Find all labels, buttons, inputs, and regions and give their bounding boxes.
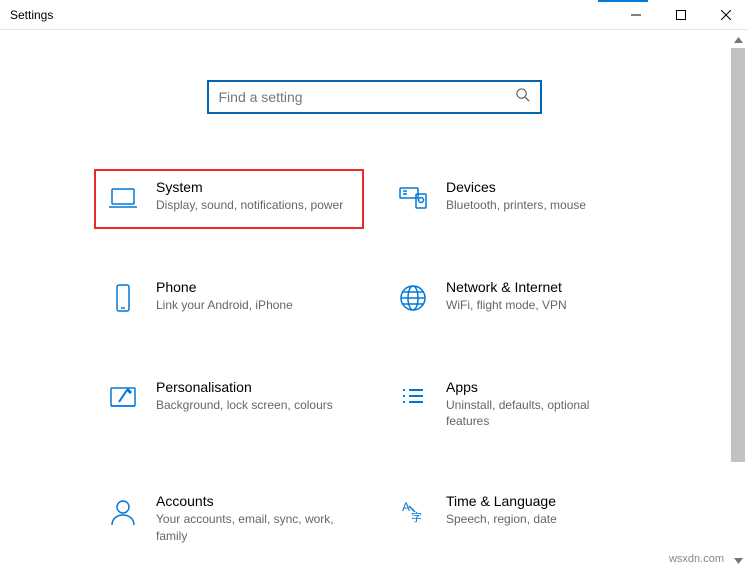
phone-icon [106, 281, 140, 315]
maximize-icon [676, 10, 686, 20]
scroll-track[interactable] [730, 48, 746, 553]
tile-text: Network & Internet WiFi, flight mode, VP… [446, 279, 567, 313]
scrollbar[interactable] [730, 32, 746, 569]
titlebar: Settings [0, 0, 748, 30]
tile-title: Personalisation [156, 379, 333, 395]
minimize-button[interactable] [613, 0, 658, 29]
tile-desc: Link your Android, iPhone [156, 297, 293, 313]
tile-desc: Bluetooth, printers, mouse [446, 197, 586, 213]
scroll-up-arrow[interactable] [730, 32, 746, 48]
tile-title: Time & Language [446, 493, 557, 509]
devices-icon [396, 181, 430, 215]
close-button[interactable] [703, 0, 748, 29]
tile-text: Time & Language Speech, region, date [446, 493, 557, 527]
tile-time-language[interactable]: A 字 Time & Language Speech, region, date [384, 483, 654, 557]
svg-text:字: 字 [411, 510, 422, 524]
laptop-icon [106, 181, 140, 215]
tile-text: Accounts Your accounts, email, sync, wor… [156, 493, 346, 543]
tile-personalisation[interactable]: Personalisation Background, lock screen,… [94, 369, 364, 443]
tile-apps[interactable]: Apps Uninstall, defaults, optional featu… [384, 369, 654, 443]
globe-icon [396, 281, 430, 315]
watermark: wsxdn.com [669, 553, 724, 565]
tile-devices[interactable]: Devices Bluetooth, printers, mouse [384, 169, 654, 229]
search-input[interactable] [219, 89, 515, 105]
main-content: System Display, sound, notifications, po… [0, 30, 748, 558]
tile-desc: Uninstall, defaults, optional features [446, 397, 636, 429]
tile-desc: Background, lock screen, colours [156, 397, 333, 413]
svg-text:A: A [402, 500, 410, 514]
personalise-icon [106, 381, 140, 415]
scroll-thumb[interactable] [731, 48, 745, 462]
window-title: Settings [10, 8, 53, 22]
tile-text: Devices Bluetooth, printers, mouse [446, 179, 586, 213]
tile-text: System Display, sound, notifications, po… [156, 179, 343, 213]
tile-title: Accounts [156, 493, 346, 509]
tile-desc: Speech, region, date [446, 511, 557, 527]
apps-icon [396, 381, 430, 415]
tile-text: Phone Link your Android, iPhone [156, 279, 293, 313]
tile-title: Network & Internet [446, 279, 567, 295]
categories-grid: System Display, sound, notifications, po… [94, 169, 654, 558]
tile-text: Apps Uninstall, defaults, optional featu… [446, 379, 636, 429]
tile-network[interactable]: Network & Internet WiFi, flight mode, VP… [384, 269, 654, 329]
tile-title: System [156, 179, 343, 195]
tile-desc: Your accounts, email, sync, work, family [156, 511, 346, 543]
search-icon [515, 87, 530, 107]
accent-strip [598, 0, 648, 2]
tile-system[interactable]: System Display, sound, notifications, po… [94, 169, 364, 229]
tile-title: Apps [446, 379, 636, 395]
tile-phone[interactable]: Phone Link your Android, iPhone [94, 269, 364, 329]
tile-desc: Display, sound, notifications, power [156, 197, 343, 213]
tile-desc: WiFi, flight mode, VPN [446, 297, 567, 313]
tile-accounts[interactable]: Accounts Your accounts, email, sync, wor… [94, 483, 364, 557]
time-language-icon: A 字 [396, 495, 430, 529]
scroll-down-arrow[interactable] [730, 553, 746, 569]
window-controls [613, 0, 748, 29]
tile-title: Phone [156, 279, 293, 295]
tile-text: Personalisation Background, lock screen,… [156, 379, 333, 413]
close-icon [721, 10, 731, 20]
search-box[interactable] [207, 80, 542, 114]
person-icon [106, 495, 140, 529]
maximize-button[interactable] [658, 0, 703, 29]
tile-title: Devices [446, 179, 586, 195]
minimize-icon [631, 10, 641, 20]
